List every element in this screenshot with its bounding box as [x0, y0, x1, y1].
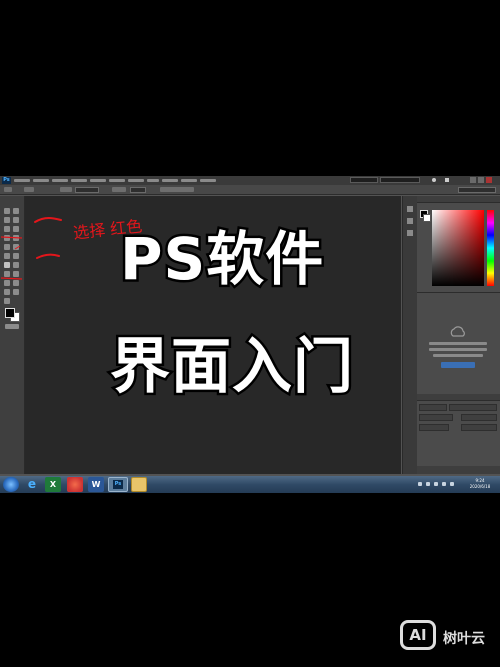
photoshop-window: Ps 选择 红色 — [0, 176, 500, 476]
lock-options[interactable] — [419, 424, 449, 431]
options-bar — [0, 185, 500, 195]
tray-icon-2[interactable] — [426, 482, 430, 486]
cloud-sign-in-button[interactable] — [441, 362, 475, 368]
photoshop-taskbar-icon: Ps — [113, 480, 123, 489]
title-field-2 — [380, 177, 420, 183]
layer-filter-icons[interactable] — [449, 404, 497, 411]
color-panel-tabs[interactable] — [417, 196, 500, 203]
layer-filter-dropdown[interactable] — [419, 404, 447, 411]
menu-item-3d[interactable] — [147, 179, 159, 182]
menu-item-file[interactable] — [14, 179, 30, 182]
layers-panel-footer — [417, 466, 500, 474]
overlay-title-line-2: 界面入门 — [108, 330, 356, 405]
fill-field[interactable] — [461, 424, 497, 431]
menu-item-window[interactable] — [181, 179, 197, 182]
menu-item-select[interactable] — [109, 179, 125, 182]
clock-date: 2020/6/18 — [469, 484, 491, 489]
cloud-text-line-3 — [433, 354, 483, 357]
windows-taskbar: e X W Ps 9:24 2020/6/18 — [0, 476, 500, 493]
quick-mask-icon[interactable] — [5, 324, 19, 329]
close-button[interactable] — [486, 177, 492, 183]
overlay-title-line-1: PS软件 — [117, 224, 325, 295]
menu-item-filter[interactable] — [128, 179, 144, 182]
watermark-text: 树叶云 — [443, 631, 485, 647]
brush-panel-icon[interactable] — [407, 230, 413, 236]
tray-icon-3[interactable] — [434, 482, 438, 486]
red-app-icon[interactable] — [67, 477, 83, 492]
camera-icon[interactable] — [432, 178, 436, 182]
layers-panel-tabs[interactable] — [417, 394, 500, 401]
system-clock[interactable]: 9:24 2020/6/18 — [464, 478, 496, 490]
menu-item-edit[interactable] — [33, 179, 49, 182]
blend-mode-dropdown[interactable] — [419, 414, 453, 421]
menu-item-image[interactable] — [52, 179, 68, 182]
tray-icon-5[interactable] — [450, 482, 454, 486]
tray-icon-4[interactable] — [442, 482, 446, 486]
cloud-text-line-1 — [429, 342, 487, 345]
workspace-switcher[interactable] — [458, 187, 496, 193]
foreground-color-swatch[interactable] — [5, 308, 15, 318]
option-checkbox[interactable] — [160, 187, 194, 192]
internet-explorer-icon[interactable]: e — [24, 477, 40, 492]
toolbox-annotation-marks — [0, 236, 23, 280]
menu-item-layer[interactable] — [71, 179, 87, 182]
photoshop-taskbar-button[interactable]: Ps — [108, 477, 128, 492]
color-picker-field[interactable] — [432, 210, 484, 286]
tool-preset-icon[interactable] — [4, 187, 12, 192]
hue-slider[interactable] — [487, 210, 494, 286]
marquee-tool-icon[interactable] — [13, 208, 19, 214]
word-icon[interactable]: W — [88, 477, 104, 492]
option-label-2 — [112, 187, 126, 192]
history-panel-icon[interactable] — [407, 206, 413, 212]
watermark-logo: AI — [409, 626, 427, 644]
maximize-button[interactable] — [478, 177, 484, 183]
panel-background-swatch[interactable] — [423, 214, 431, 222]
menu-item-help[interactable] — [200, 179, 216, 182]
option-field-2[interactable] — [130, 187, 146, 193]
move-tool-icon[interactable] — [4, 208, 10, 214]
extra-tools-icon[interactable] — [4, 298, 10, 304]
right-panels — [417, 196, 500, 474]
menu-item-view[interactable] — [162, 179, 178, 182]
menu-bar: Ps — [0, 176, 500, 185]
opacity-field[interactable] — [461, 414, 497, 421]
excel-icon[interactable]: X — [45, 477, 61, 492]
watermark-logo-box: AI — [400, 620, 436, 650]
windows-start-icon[interactable] — [3, 477, 19, 492]
photoshop-logo: Ps — [2, 177, 11, 184]
title-field-1 — [350, 177, 378, 183]
tray-icon-1[interactable] — [418, 482, 422, 486]
option-dropdown-1[interactable] — [75, 187, 99, 193]
panel-icon-strip — [402, 196, 417, 474]
tools-panel — [0, 196, 25, 474]
folder-icon[interactable] — [445, 178, 449, 182]
menu-item-type[interactable] — [90, 179, 106, 182]
properties-panel-icon[interactable] — [407, 218, 413, 224]
cloud-text-line-2 — [429, 348, 487, 351]
file-explorer-icon[interactable] — [131, 477, 147, 492]
minimize-button[interactable] — [470, 177, 476, 183]
panel-divider — [417, 292, 500, 293]
option-label-1 — [60, 187, 72, 192]
creative-cloud-icon — [450, 326, 465, 337]
selection-mode-icons[interactable] — [24, 187, 34, 192]
